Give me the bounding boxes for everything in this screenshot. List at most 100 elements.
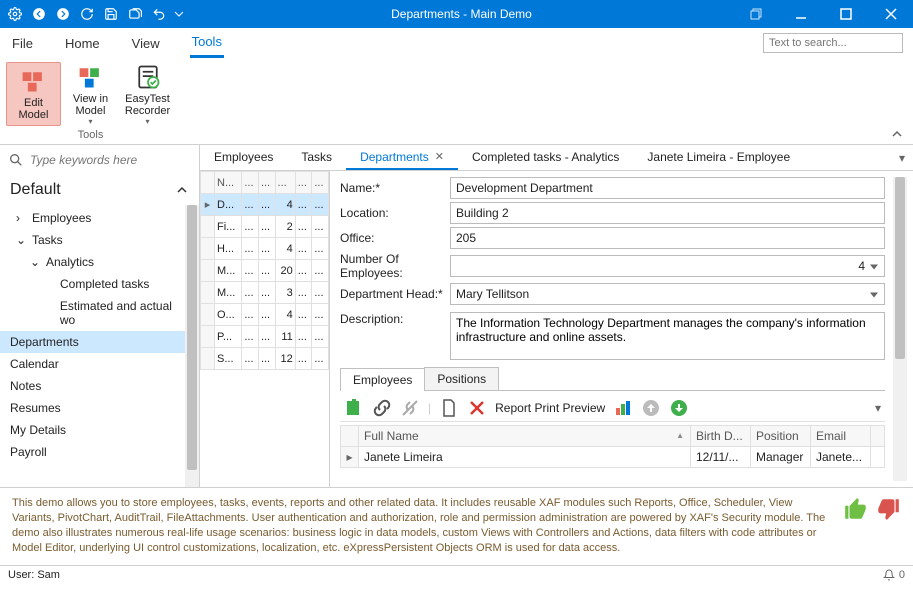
edit-model-icon — [20, 67, 48, 95]
grid-col-name[interactable]: N... — [215, 172, 242, 194]
grid-row[interactable]: P.........11...... — [201, 326, 329, 348]
close-button[interactable] — [868, 0, 913, 28]
nav-item-tasks[interactable]: ⌄Tasks — [0, 229, 199, 251]
up-icon[interactable] — [641, 398, 661, 418]
grid-row[interactable]: S.........12...... — [201, 348, 329, 370]
nav-label: Resumes — [10, 401, 61, 415]
office-field[interactable]: 205 — [450, 227, 885, 249]
doc-tab-label: Departments — [360, 150, 429, 164]
grid-row[interactable]: M.........3...... — [201, 282, 329, 304]
previous-icon[interactable] — [30, 5, 48, 23]
doc-tab-label: Employees — [214, 150, 273, 164]
document-icon[interactable] — [439, 398, 459, 418]
nav-item-employees[interactable]: ›Employees — [0, 207, 199, 229]
doc-tab-label: Tasks — [301, 150, 332, 164]
nav-item-analytics[interactable]: ⌄Analytics — [14, 251, 199, 273]
dropdown-icon[interactable] — [174, 5, 184, 23]
col-position[interactable]: Position — [751, 426, 811, 447]
sub-tab-positions[interactable]: Positions — [424, 367, 499, 390]
grid-col[interactable]: ... — [242, 172, 259, 194]
subgrid-row[interactable]: ▸ Janete Limeira 12/11/... Manager Janet… — [341, 447, 885, 468]
statusbar: User: Sam 0 — [0, 565, 913, 584]
grid-col[interactable]: ... — [312, 172, 329, 194]
ribbon-tab-view[interactable]: View — [130, 28, 162, 58]
name-field[interactable]: Development Department — [450, 177, 885, 199]
report-preview-button[interactable]: Report Print Preview — [495, 401, 605, 415]
col-email[interactable]: Email — [811, 426, 871, 447]
description-field[interactable] — [450, 312, 885, 360]
col-fullname[interactable]: Full Name — [359, 426, 691, 447]
doc-tab-departments[interactable]: Departments ✕ — [346, 145, 458, 170]
unlink-icon[interactable] — [400, 398, 420, 418]
grid-row[interactable]: M.........20...... — [201, 260, 329, 282]
detail-sub-tabs: Employees Positions — [340, 367, 885, 391]
nav-label: My Details — [10, 423, 66, 437]
nav-item-mydetails[interactable]: My Details — [0, 419, 199, 441]
thumbs-down-icon[interactable] — [875, 496, 901, 522]
col-birth[interactable]: Birth D... — [691, 426, 751, 447]
close-icon[interactable]: ✕ — [435, 150, 444, 163]
doc-tab-tasks[interactable]: Tasks — [287, 145, 346, 170]
grid-row[interactable]: O.........4...... — [201, 304, 329, 326]
toolbar-overflow[interactable]: ▾ — [875, 401, 881, 415]
detail-scrollbar[interactable] — [893, 177, 907, 481]
cell: M... — [215, 282, 242, 304]
sidebar-scrollbar[interactable] — [185, 205, 199, 487]
nav-item-payroll[interactable]: Payroll — [0, 441, 199, 463]
nav-header[interactable]: Default — [0, 175, 199, 205]
status-notifications[interactable]: 0 — [883, 569, 905, 581]
ribbon-tab-home[interactable]: Home — [63, 28, 102, 58]
col-spacer — [871, 426, 885, 447]
new-icon[interactable] — [344, 398, 364, 418]
save-all-icon[interactable] — [126, 5, 144, 23]
maximize-button[interactable] — [823, 0, 868, 28]
grid-col[interactable]: ... — [258, 172, 275, 194]
grid-col[interactable]: ... — [275, 172, 295, 194]
doc-tab-label: Janete Limeira - Employee — [647, 150, 790, 164]
nav-item-calendar[interactable]: Calendar — [0, 353, 199, 375]
refresh-icon[interactable] — [78, 5, 96, 23]
down-icon[interactable] — [669, 398, 689, 418]
ribbon-tab-tools[interactable]: Tools — [190, 28, 224, 58]
chevron-down-icon: ▾ — [145, 117, 149, 126]
sidebar-search-input[interactable] — [30, 153, 191, 167]
doc-tab-janete-employee[interactable]: Janete Limeira - Employee — [633, 145, 804, 170]
edit-model-button[interactable]: Edit Model — [6, 62, 61, 126]
easytest-recorder-button[interactable]: EasyTest Recorder ▾ — [120, 62, 175, 126]
view-in-model-button[interactable]: View in Model ▾ — [63, 62, 118, 126]
doc-tab-completed-analytics[interactable]: Completed tasks - Analytics — [458, 145, 633, 170]
sub-tab-employees[interactable]: Employees — [340, 368, 425, 391]
num-employees-field[interactable]: 4 — [450, 255, 885, 277]
grid-row[interactable]: ▸D.........4...... — [201, 194, 329, 216]
save-icon[interactable] — [102, 5, 120, 23]
link-icon[interactable] — [372, 398, 392, 418]
nav-item-estimated[interactable]: Estimated and actual wo — [28, 295, 199, 331]
grid-row[interactable]: H.........4...... — [201, 238, 329, 260]
cell: M... — [215, 260, 242, 282]
next-icon[interactable] — [54, 5, 72, 23]
department-head-dropdown[interactable]: Mary Tellitson — [450, 283, 885, 305]
delete-icon[interactable] — [467, 398, 487, 418]
nav-item-notes[interactable]: Notes — [0, 375, 199, 397]
nav-item-resumes[interactable]: Resumes — [0, 397, 199, 419]
ribbon-search-input[interactable] — [763, 33, 903, 53]
nav-item-completed-tasks[interactable]: Completed tasks — [28, 273, 199, 295]
restore-icon[interactable] — [733, 0, 778, 28]
grid-row[interactable]: Fi.........2...... — [201, 216, 329, 238]
label-office: Office: — [340, 231, 450, 245]
ribbon-tab-file[interactable]: File — [10, 28, 35, 58]
undo-icon[interactable] — [150, 5, 168, 23]
doc-tab-overflow[interactable]: ▾ — [891, 145, 913, 170]
doc-tab-employees[interactable]: Employees — [200, 145, 287, 170]
thumbs-up-icon[interactable] — [843, 496, 869, 522]
nav-item-departments[interactable]: Departments — [0, 331, 199, 353]
location-field[interactable]: Building 2 — [450, 202, 885, 224]
grid-col[interactable]: ... — [295, 172, 312, 194]
minimize-button[interactable] — [778, 0, 823, 28]
row-indicator-icon: ▸ — [341, 447, 359, 468]
quick-access-toolbar — [0, 5, 190, 23]
gear-icon[interactable] — [6, 5, 24, 23]
chart-icon[interactable] — [613, 398, 633, 418]
ribbon-collapse-button[interactable] — [887, 124, 907, 144]
cell: ... — [258, 194, 275, 216]
